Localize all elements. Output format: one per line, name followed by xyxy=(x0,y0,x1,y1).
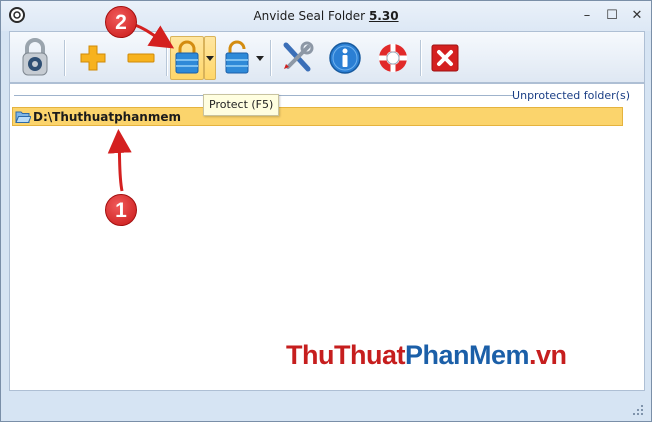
watermark-part1: ThuThuat xyxy=(286,340,405,370)
protect-button[interactable] xyxy=(170,36,204,80)
toolbar-separator xyxy=(270,40,271,76)
annotation-badge-1: 1 xyxy=(105,194,137,226)
chevron-down-icon xyxy=(206,55,214,61)
minimize-button[interactable]: – xyxy=(579,9,595,23)
toolbar-separator xyxy=(64,40,65,76)
folder-path: D:\Thuthuatphanmem xyxy=(33,109,181,124)
annotation-badge-2: 2 xyxy=(105,6,137,38)
close-red-icon xyxy=(431,44,459,72)
app-lock-button[interactable] xyxy=(14,36,56,80)
wrench-screwdriver-icon xyxy=(283,41,314,72)
lock-open-icon xyxy=(225,40,249,74)
unprotect-button[interactable] xyxy=(220,36,254,80)
close-button[interactable]: ✕ xyxy=(629,9,645,23)
protect-dropdown[interactable] xyxy=(204,36,216,80)
watermark-part2: PhanMem xyxy=(404,340,530,370)
section-label: Unprotected folder(s) xyxy=(512,89,630,102)
folder-open-icon xyxy=(15,111,31,123)
watermark-part3: .vn xyxy=(529,340,567,370)
version-label[interactable]: 5.30 xyxy=(369,9,399,23)
help-button[interactable] xyxy=(372,36,414,80)
window-title: Anvide Seal Folder 5.30 xyxy=(1,9,651,23)
lifebuoy-icon xyxy=(379,44,407,72)
status-bar xyxy=(1,393,651,421)
resize-grip-icon[interactable] xyxy=(633,405,643,415)
toolbar xyxy=(9,31,645,83)
toolbar-separator xyxy=(166,40,167,76)
lock-closed-icon xyxy=(175,40,199,74)
app-window: Anvide Seal Folder 5.30 – ☐ ✕ Unprotecte… xyxy=(0,0,652,422)
info-icon xyxy=(329,42,361,74)
unprotect-dropdown[interactable] xyxy=(254,36,266,80)
info-button[interactable] xyxy=(324,36,366,80)
chevron-down-icon xyxy=(256,55,264,61)
toolbar-separator xyxy=(420,40,421,76)
folder-list-item[interactable]: D:\Thuthuatphanmem xyxy=(12,107,623,126)
exit-button[interactable] xyxy=(424,36,466,80)
folder-list-panel[interactable]: Unprotected folder(s) D:\Thuthuatphanmem… xyxy=(9,83,645,391)
minus-icon xyxy=(127,53,155,63)
settings-button[interactable] xyxy=(276,36,318,80)
window-title-text: Anvide Seal Folder xyxy=(253,9,366,23)
add-folder-button[interactable] xyxy=(72,36,114,80)
remove-folder-button[interactable] xyxy=(120,36,162,80)
padlock-icon xyxy=(22,38,48,76)
title-bar: Anvide Seal Folder 5.30 – ☐ ✕ xyxy=(1,1,651,31)
maximize-button[interactable]: ☐ xyxy=(604,9,620,23)
plus-icon xyxy=(80,45,106,71)
protect-tooltip: Protect (F5) xyxy=(203,94,280,116)
watermark: ThuThuatPhanMem.vn xyxy=(286,340,567,371)
